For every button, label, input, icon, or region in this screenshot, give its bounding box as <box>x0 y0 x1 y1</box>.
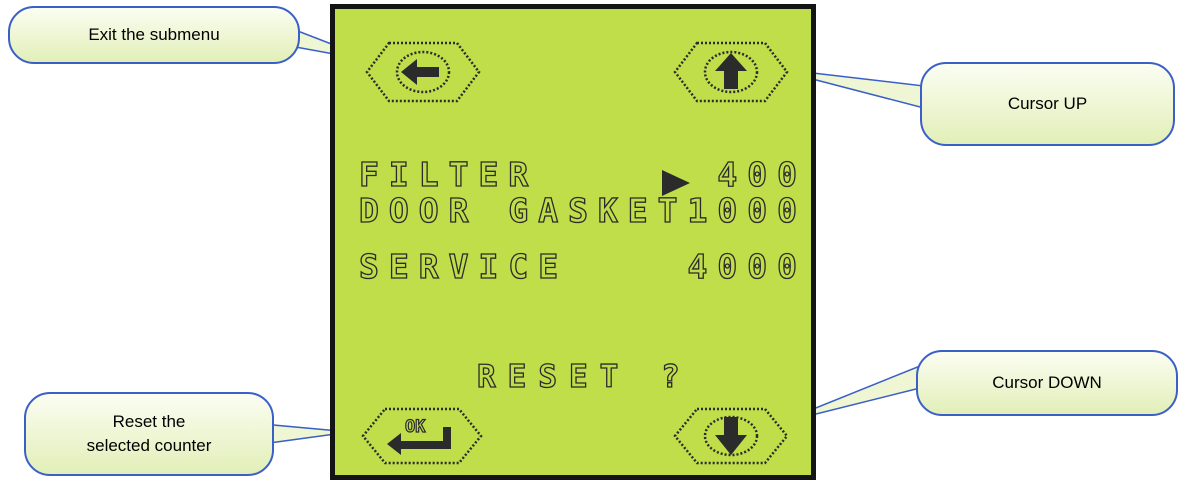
row-value-filter: 400 <box>717 154 807 194</box>
reset-counter-callout: Reset the selected counter <box>24 392 274 476</box>
ok-enter-icon: OK <box>361 407 483 465</box>
down-button[interactable] <box>671 405 791 472</box>
lcd-display: FILTER 400 DOOR GASKET 1000 SERVICE 4000… <box>330 4 816 480</box>
cursor-down-label: Cursor DOWN <box>992 373 1102 393</box>
row-value-door-gasket: 1000 <box>687 190 807 230</box>
reset-label-line1: Reset the <box>112 412 186 432</box>
row-label-door-gasket: DOOR GASKET <box>358 190 688 230</box>
ok-button[interactable]: OK <box>357 405 487 472</box>
back-button[interactable] <box>363 39 483 110</box>
exit-submenu-label: Exit the submenu <box>88 25 220 45</box>
arrow-down-icon <box>673 407 789 465</box>
arrow-left-icon <box>365 41 481 103</box>
exit-submenu-callout: Exit the submenu <box>8 6 300 64</box>
ok-text: OK <box>405 417 426 437</box>
reset-label-line2: selected counter <box>86 436 212 455</box>
arrow-up-icon <box>673 41 789 103</box>
cursor-down-callout: Cursor DOWN <box>916 350 1178 416</box>
cursor-up-label: Cursor UP <box>1007 94 1088 114</box>
up-button[interactable] <box>671 39 791 110</box>
reset-prompt: RESET ? <box>476 358 692 395</box>
row-value-service: 4000 <box>687 246 807 286</box>
cursor-up-callout: Cursor UP <box>920 62 1175 146</box>
row-label-filter: FILTER <box>358 154 539 194</box>
row-label-service: SERVICE <box>358 246 569 286</box>
